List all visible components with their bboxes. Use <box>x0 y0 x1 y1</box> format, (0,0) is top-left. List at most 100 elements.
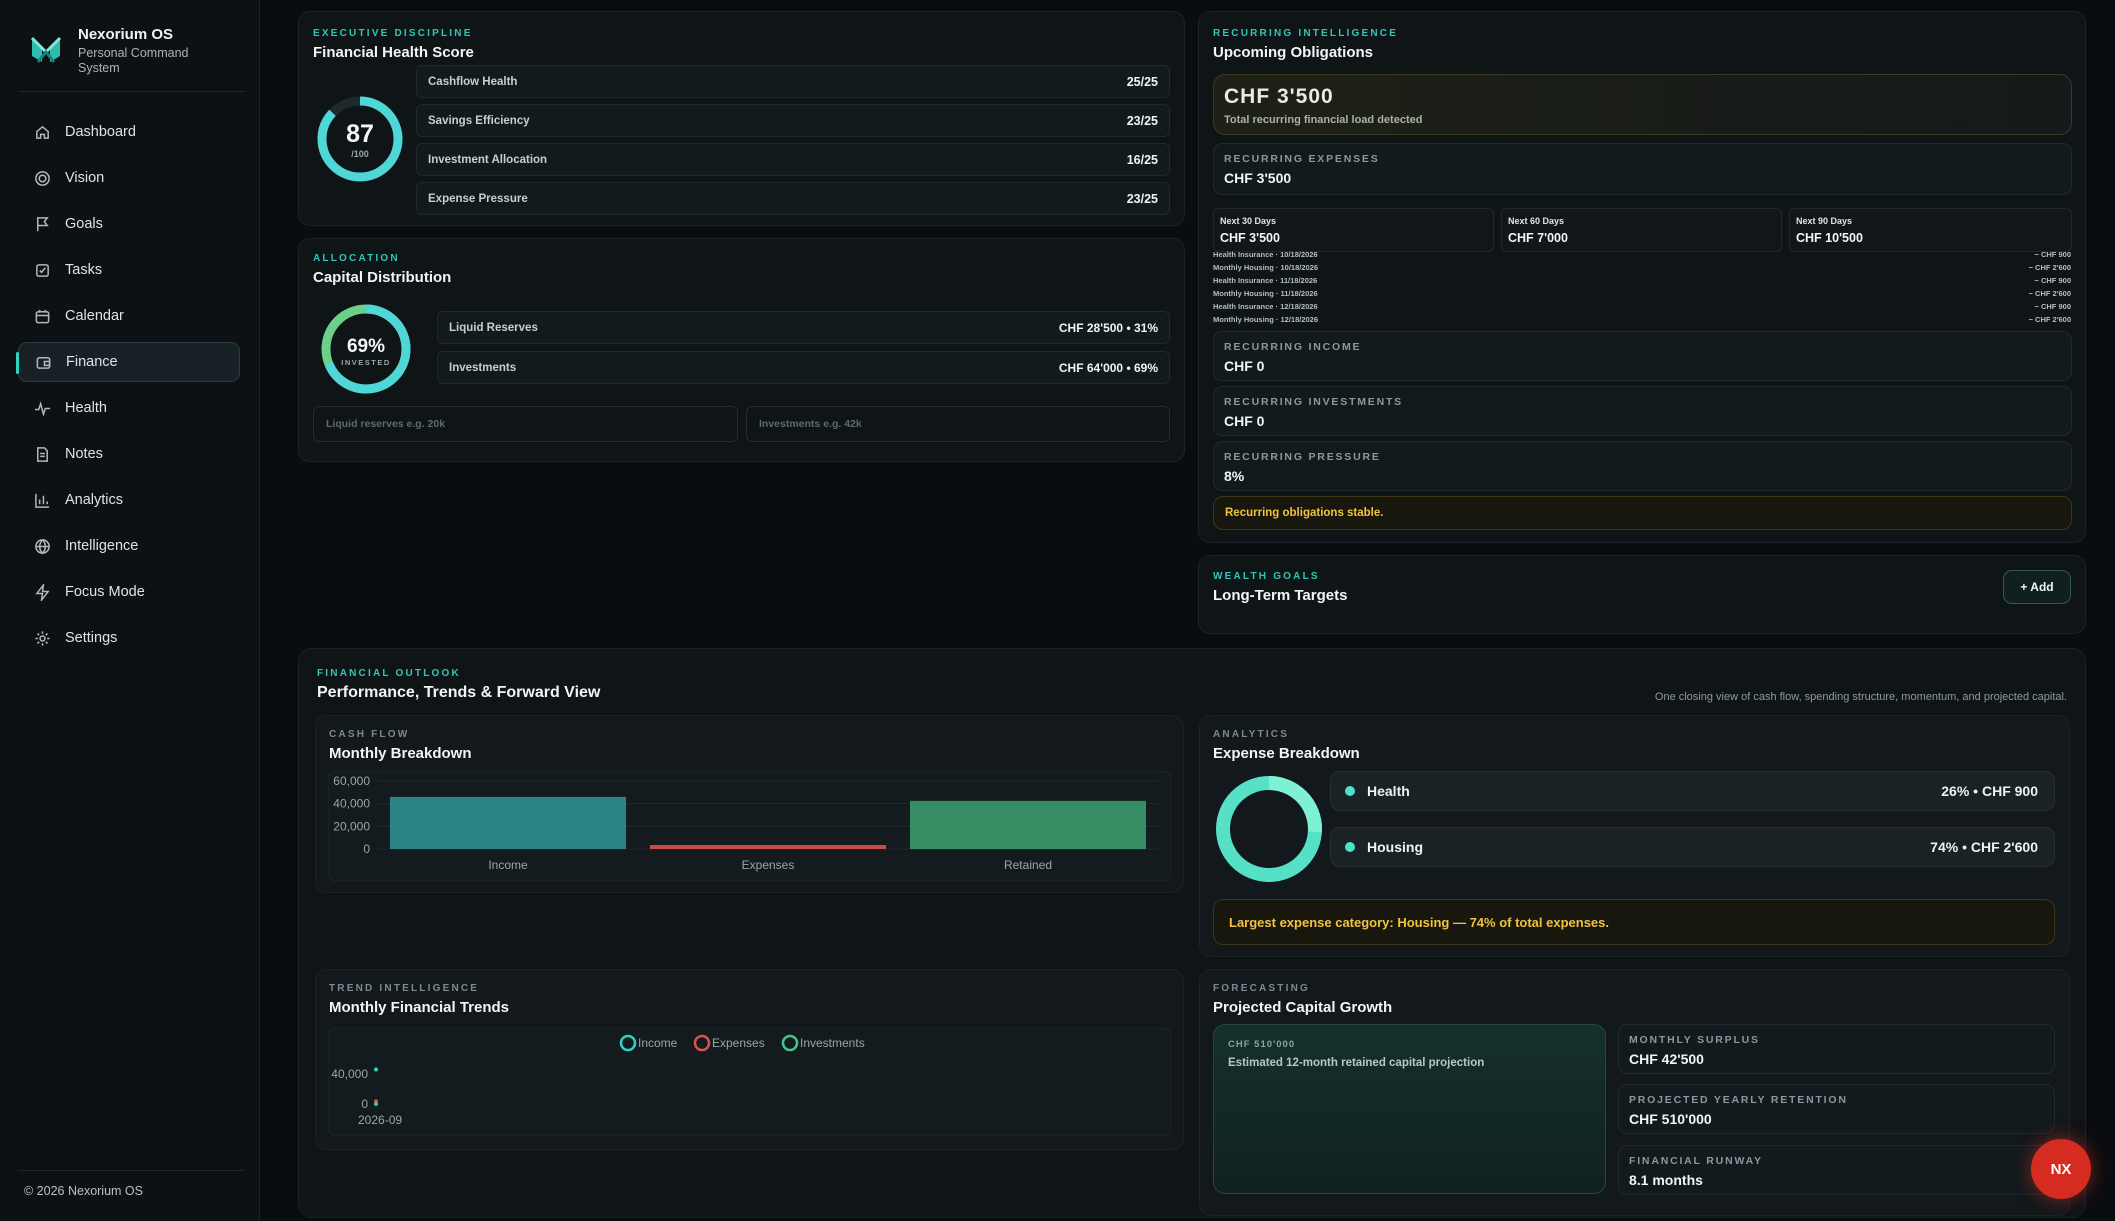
nexorium-logo-icon <box>30 36 62 63</box>
sidebar-item-settings[interactable]: Settings <box>18 618 240 658</box>
score-row-investment: Investment Allocation 16/25 <box>416 143 1170 176</box>
row-label: Expense Pressure <box>428 192 528 205</box>
sidebar-footer: © 2026 Nexorium OS <box>24 1184 143 1198</box>
occurrence-amount: − CHF 900 <box>2034 276 2071 285</box>
box-label: RECURRING EXPENSES <box>1224 153 1380 165</box>
sidebar-item-label: Goals <box>65 216 103 232</box>
sidebar-item-label: Notes <box>65 446 103 462</box>
sidebar-item-analytics[interactable]: Analytics <box>18 480 240 520</box>
target-icon <box>35 170 50 186</box>
sidebar-item-label: Finance <box>66 354 118 370</box>
financial-outlook-section: FINANCIAL OUTLOOK Performance, Trends & … <box>298 648 2086 1218</box>
nx-assistant-button[interactable]: NX <box>2031 1139 2091 1199</box>
sidebar-item-intelligence[interactable]: Intelligence <box>18 526 240 566</box>
sidebar-item-health[interactable]: Health <box>18 388 240 428</box>
sidebar-item-focus-mode[interactable]: Focus Mode <box>18 572 240 612</box>
brand[interactable]: Nexorium OS Personal Command System <box>28 26 198 76</box>
occurrence-label: Health Insurance · 11/18/2026 <box>1213 276 1318 285</box>
sidebar-item-finance[interactable]: Finance <box>16 342 240 382</box>
invested-label: INVESTED <box>341 358 391 367</box>
app-subtitle: Personal Command System <box>78 46 189 75</box>
allocation-ring: 69% INVESTED <box>321 304 411 394</box>
liquid-reserves-input[interactable]: Liquid reserves e.g. 20k <box>313 406 738 442</box>
window-value: CHF 10'500 <box>1796 231 1863 245</box>
data-point-investments <box>374 1102 378 1106</box>
expense-legend-housing: Housing 74% • CHF 2'600 <box>1330 827 2055 867</box>
box-label: FINANCIAL RUNWAY <box>1629 1155 1763 1167</box>
total-load-value: CHF 3'500 <box>1224 85 1334 108</box>
bar-income <box>390 796 626 849</box>
document-icon <box>37 446 48 462</box>
sidebar-item-tasks[interactable]: Tasks <box>18 250 240 290</box>
box-label: RECURRING PRESSURE <box>1224 451 1381 463</box>
row-value: CHF 28'500 • 31% <box>1058 320 1158 335</box>
occurrence-label: Monthly Housing · 12/18/2026 <box>1213 315 1319 324</box>
projection-value: CHF 510'000 <box>1228 1039 1296 1050</box>
projected-growth-card: FORECASTING Projected Capital Growth CHF… <box>1199 969 2070 1216</box>
sidebar-item-calendar[interactable]: Calendar <box>18 296 240 336</box>
monthly-surplus-box: MONTHLY SURPLUS CHF 42'500 <box>1618 1024 2055 1074</box>
section-kicker: EXECUTIVE DISCIPLINE <box>313 28 473 39</box>
expense-donut <box>1216 776 1322 882</box>
row-value: 16/25 <box>1126 152 1158 167</box>
recurring-pressure-box: RECURRING PRESSURE 8% <box>1213 441 2072 491</box>
card-kicker: TREND INTELLIGENCE <box>329 983 480 994</box>
sidebar-item-vision[interactable]: Vision <box>18 158 240 198</box>
yearly-retention-box: PROJECTED YEARLY RETENTION CHF 510'000 <box>1618 1084 2055 1134</box>
sidebar-item-dashboard[interactable]: Dashboard <box>18 112 240 152</box>
pulse-icon <box>34 400 51 417</box>
investments-input[interactable]: Investments e.g. 42k <box>746 406 1170 442</box>
box-value: 8.1 months <box>1629 1172 1703 1188</box>
wallet-icon <box>36 356 51 369</box>
sidebar-item-label: Vision <box>65 170 105 186</box>
sidebar-item-notes[interactable]: Notes <box>18 434 240 474</box>
monthly-breakdown-chart: 60,000 40,000 20,000 0 Income Expenses Retaine… <box>328 771 1171 881</box>
x-tick-label: 2026-09 <box>358 1113 402 1127</box>
obligations-status: Recurring obligations stable. <box>1213 496 2072 530</box>
section-title: Performance, Trends & Forward View <box>317 684 601 701</box>
row-label: Cashflow Health <box>428 75 518 88</box>
card-title: Financial Health Score <box>313 44 474 61</box>
section-kicker: FINANCIAL OUTLOOK <box>317 668 461 679</box>
sidebar-item-label: Intelligence <box>65 538 139 554</box>
recurring-investments-box: RECURRING INVESTMENTS CHF 0 <box>1213 386 2072 436</box>
projection-subtitle: Estimated 12-month retained capital proj… <box>1228 1057 1485 1069</box>
recurring-expenses-box: RECURRING EXPENSES CHF 3'500 <box>1213 143 2072 195</box>
sidebar-item-label: Analytics <box>65 492 124 508</box>
checkbox-icon <box>36 263 49 277</box>
flag-icon <box>37 216 49 231</box>
projection-box: CHF 510'000 Estimated 12-month retained … <box>1213 1024 1606 1194</box>
x-tick-label: Retained <box>1004 858 1052 872</box>
bar-retained <box>910 800 1146 849</box>
section-kicker: RECURRING INTELLIGENCE <box>1213 28 1399 39</box>
add-goal-button[interactable]: + Add <box>2003 570 2071 604</box>
monthly-trends-chart: Income Expenses Investments 40,000 0 2026-09 <box>328 1028 1171 1136</box>
window-label: Next 90 Days <box>1796 216 1853 226</box>
card-title: Monthly Breakdown <box>329 745 472 762</box>
y-tick-label: 40,000 <box>333 797 370 811</box>
sidebar-item-label: Dashboard <box>65 124 136 140</box>
y-tick-label: 40,000 <box>331 1067 368 1081</box>
y-tick-label: 0 <box>361 1097 368 1111</box>
occurrence-row: Monthly Housing · 11/18/2026 − CHF 2'600 <box>1213 289 2071 302</box>
expense-insight: Largest expense category: Housing — 74% … <box>1213 899 2055 945</box>
next-90-days: Next 90 Days CHF 10'500 <box>1789 208 2072 252</box>
monthly-breakdown-card: CASH FLOW Monthly Breakdown 60,000 40,000… <box>315 715 1184 893</box>
globe-icon <box>35 538 50 554</box>
sidebar-item-label: Tasks <box>65 262 103 278</box>
capital-distribution-card: ALLOCATION Capital Distribution 69% INVE… <box>298 238 1185 462</box>
y-tick-label: 0 <box>363 842 370 856</box>
row-value: 25/25 <box>1126 74 1158 89</box>
box-value: CHF 3'500 <box>1224 170 1292 186</box>
occurrence-row: Health Insurance · 12/18/2026 − CHF 900 <box>1213 302 2071 315</box>
section-kicker: ALLOCATION <box>313 253 400 264</box>
score-row-cashflow: Cashflow Health 25/25 <box>416 65 1170 98</box>
box-value: CHF 0 <box>1224 413 1265 429</box>
row-label: Investment Allocation <box>428 153 548 166</box>
total-load-banner: CHF 3'500 Total recurring financial load… <box>1213 74 2072 135</box>
card-kicker: FORECASTING <box>1213 983 1310 994</box>
bar-chart-icon <box>35 493 50 508</box>
allocation-row-investments: Investments CHF 64'000 • 69% <box>437 351 1170 384</box>
sidebar-item-goals[interactable]: Goals <box>18 204 240 244</box>
home-icon <box>36 125 49 139</box>
